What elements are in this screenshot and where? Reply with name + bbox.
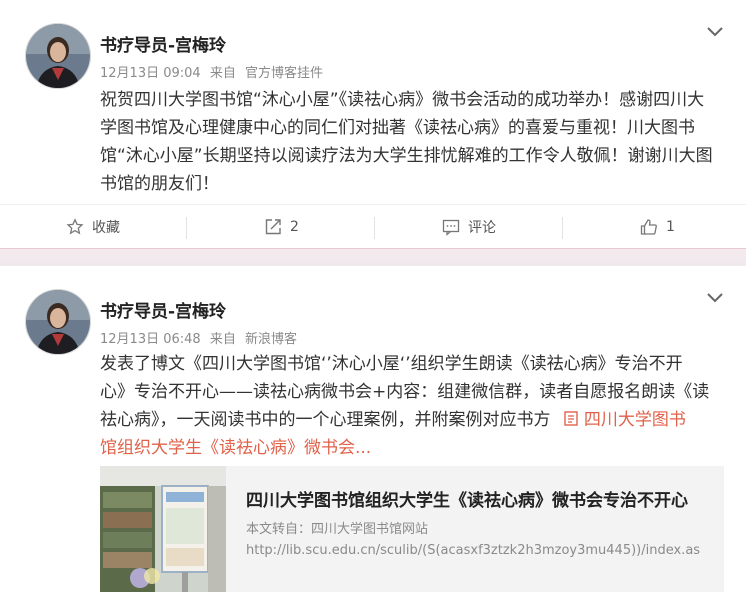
link-thumbnail	[100, 466, 226, 592]
post-text-line: 祛心病》，一天阅读书中的一个心理案例，并附案例对应书方 四川大学图书	[100, 406, 730, 434]
post-text-line: 馆“沐心小屋”长期坚持以阅读疗法为大学生排忧解难的工作令人敬佩！谢谢川大图	[100, 146, 713, 166]
like-count: 1	[666, 219, 675, 235]
article-link-text[interactable]: 四川大学图书	[584, 410, 686, 430]
article-link[interactable]: 四川大学图书	[556, 410, 686, 430]
avatar[interactable]	[25, 289, 91, 355]
favorite-label: 收藏	[92, 220, 120, 236]
post-time[interactable]: 12月13日 06:48	[100, 332, 201, 347]
link-card-url: http://lib.scu.edu.cn/sculib/(S(acasxf3z…	[246, 543, 701, 558]
link-preview-card[interactable]: 四川大学图书馆组织大学生《读祛心病》微书会专治不开心 本文转自：四川大学图书馆网…	[100, 466, 724, 592]
post-text-line: 书馆的朋友们！	[100, 174, 219, 194]
from-label: 来自	[209, 66, 236, 81]
chevron-down-icon[interactable]	[706, 290, 724, 304]
post-text: 发表了博文《四川大学图书馆‘’沐心小屋‘’组织学生朗读《读祛心病》专治不开 心》…	[100, 350, 730, 462]
repost-button[interactable]: 2	[264, 205, 299, 249]
avatar-image	[26, 290, 90, 354]
feed-separator	[0, 248, 746, 267]
link-card-source: 本文转自：四川大学图书馆网站	[246, 522, 429, 537]
post-source[interactable]: 新浪博客	[245, 332, 297, 347]
article-icon	[564, 411, 578, 426]
post-text-line: 发表了博文《四川大学图书馆‘’沐心小屋‘’组织学生朗读《读祛心病》专治不开	[100, 354, 683, 374]
author-name[interactable]: 书疗导员-宫梅玲	[100, 297, 226, 322]
feed-post: 书疗导员-宫梅玲 12月13日 06:48 来自 新浪博客 发表了博文《四川大学…	[0, 266, 746, 602]
feed-post: 书疗导员-宫梅玲 12月13日 09:04 来自 官方博客挂件 祝贺四川大学图书…	[0, 0, 746, 248]
post-meta: 12月13日 09:04 来自 官方博客挂件	[100, 62, 328, 81]
avatar-image	[26, 24, 90, 88]
divider	[374, 217, 375, 239]
post-text-line: 学图书馆及心理健康中心的同仁们对拙著《读祛心病》的喜爱与重视！川大图书	[100, 118, 695, 138]
post-text-segment: 祛心病》，一天阅读书中的一个心理案例，并附案例对应书方	[100, 410, 551, 430]
comment-icon	[442, 219, 460, 236]
post-text-line: 心》专治不开心——读祛心病微书会+内容：组建微信群，读者自愿报名朗读《读	[100, 382, 710, 402]
from-label: 来自	[209, 332, 236, 347]
divider	[186, 217, 187, 239]
link-card-title[interactable]: 四川大学图书馆组织大学生《读祛心病》微书会专治不开心	[246, 486, 688, 511]
chevron-down-icon[interactable]	[706, 24, 724, 38]
divider	[562, 217, 563, 239]
repost-count: 2	[290, 219, 299, 235]
post-time[interactable]: 12月13日 09:04	[100, 66, 201, 81]
post-text: 祝贺四川大学图书馆“沐心小屋”《读祛心病》微书会活动的成功举办！感谢四川大 学图…	[100, 86, 730, 198]
like-icon	[640, 219, 657, 235]
article-link-continued[interactable]: 馆组织大学生《读祛心病》微书会...	[100, 434, 730, 462]
comment-label: 评论	[468, 220, 496, 236]
comment-button[interactable]: 评论	[442, 205, 496, 249]
post-text-line: 祝贺四川大学图书馆“沐心小屋”《读祛心病》微书会活动的成功举办！感谢四川大	[100, 90, 705, 110]
author-name[interactable]: 书疗导员-宫梅玲	[100, 31, 226, 56]
like-button[interactable]: 1	[640, 205, 675, 249]
star-icon	[66, 218, 84, 235]
post-source[interactable]: 官方博客挂件	[245, 66, 323, 81]
post-meta: 12月13日 06:48 来自 新浪博客	[100, 328, 302, 347]
repost-icon	[265, 219, 281, 235]
avatar[interactable]	[25, 23, 91, 89]
favorite-button[interactable]: 收藏	[66, 205, 120, 249]
post-actions: 收藏 2 评论 1	[0, 204, 746, 249]
